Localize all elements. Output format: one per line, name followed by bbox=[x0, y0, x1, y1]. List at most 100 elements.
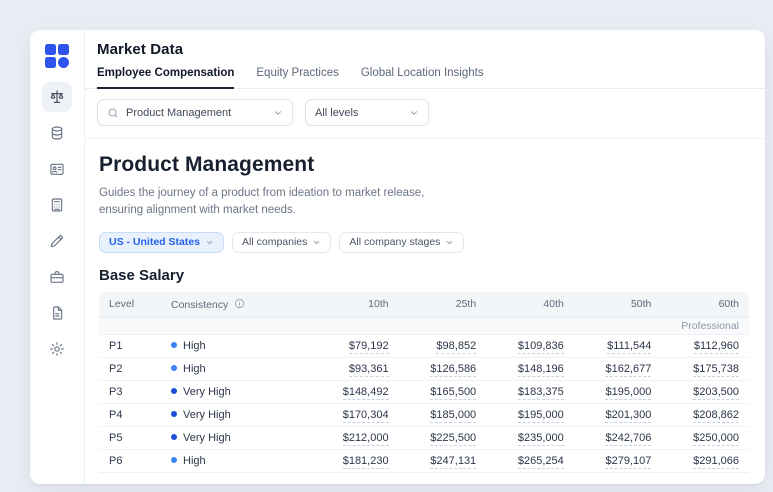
filter-chip-country[interactable]: US - United States bbox=[99, 231, 225, 253]
coins-icon bbox=[51, 126, 63, 140]
salary-value[interactable]: $195,000 bbox=[517, 408, 564, 423]
salary-value[interactable]: $181,230 bbox=[342, 454, 389, 469]
sidebar-item-calculator[interactable] bbox=[42, 190, 72, 220]
consistency-dot bbox=[171, 364, 177, 371]
salary-value[interactable]: $208,862 bbox=[693, 408, 739, 423]
salary-value[interactable]: $93,361 bbox=[348, 362, 389, 377]
salary-value[interactable]: $291,066 bbox=[693, 454, 739, 469]
chip-label: US - United States bbox=[109, 236, 201, 248]
tab-equity-practices[interactable]: Equity Practices bbox=[256, 67, 338, 88]
group-label: Professional bbox=[99, 317, 749, 335]
filter-bar: Product Management All levels bbox=[85, 89, 765, 139]
desktop-background: Market Data Employee Compensation Equity… bbox=[0, 0, 773, 492]
table-row: P1 High $79,192 $98,852 $109,836 $111,54… bbox=[99, 335, 749, 358]
sidebar-item-benchmarks[interactable] bbox=[42, 82, 72, 112]
sidebar-item-settings[interactable] bbox=[42, 334, 72, 364]
salary-value[interactable]: $250,000 bbox=[693, 431, 739, 446]
salary-value[interactable]: $212,000 bbox=[342, 431, 389, 446]
filter-chip-company-stages[interactable]: All company stages bbox=[339, 231, 465, 253]
salary-value[interactable]: $165,500 bbox=[430, 385, 477, 400]
content-area: Product Management Guides the journey of… bbox=[85, 139, 765, 484]
sidebar-item-briefcase[interactable] bbox=[42, 262, 72, 292]
chevron-down-icon bbox=[275, 110, 281, 115]
table-row: P3 Very High $148,492 $165,500 $183,375 … bbox=[99, 381, 749, 404]
salary-value[interactable]: $175,738 bbox=[693, 362, 739, 377]
info-icon[interactable] bbox=[234, 298, 245, 309]
filter-chip-companies[interactable]: All companies bbox=[232, 231, 332, 253]
consistency-dot bbox=[171, 341, 177, 348]
tab-global-location-insights[interactable]: Global Location Insights bbox=[361, 67, 484, 88]
salary-value[interactable]: $148,492 bbox=[342, 385, 389, 400]
app-logo[interactable] bbox=[44, 43, 70, 69]
salary-value[interactable]: $235,000 bbox=[517, 431, 564, 446]
salary-value[interactable]: $170,304 bbox=[342, 408, 389, 423]
main-panel: Market Data Employee Compensation Equity… bbox=[85, 30, 765, 484]
group-row: Professional bbox=[99, 317, 749, 335]
chevron-down-icon bbox=[411, 110, 417, 115]
role-description: Guides the journey of a product from ide… bbox=[99, 187, 425, 217]
consistency-label: High bbox=[183, 454, 206, 467]
document-icon bbox=[53, 306, 63, 320]
page-title: Market Data bbox=[97, 41, 184, 58]
section-title: Base Salary bbox=[99, 266, 185, 284]
sidebar-item-documents[interactable] bbox=[42, 298, 72, 328]
level-select-value: All levels bbox=[315, 106, 359, 119]
col-60th: 60th bbox=[661, 291, 749, 318]
salary-value[interactable]: $195,000 bbox=[605, 385, 652, 400]
salary-value[interactable]: $185,000 bbox=[430, 408, 477, 423]
table-row: P6 High $181,230 $247,131 $265,254 $279,… bbox=[99, 450, 749, 473]
scale-icon bbox=[50, 90, 64, 103]
consistency-label: High bbox=[183, 362, 206, 375]
level-select[interactable]: All levels bbox=[305, 99, 429, 126]
sidebar-item-compensation[interactable] bbox=[42, 118, 72, 148]
salary-value[interactable]: $109,836 bbox=[517, 339, 564, 354]
salary-value[interactable]: $279,107 bbox=[605, 454, 652, 469]
tab-employee-compensation[interactable]: Employee Compensation bbox=[97, 67, 235, 89]
col-consistency: Consistency bbox=[161, 291, 311, 318]
chevron-down-icon bbox=[447, 240, 453, 244]
table-header-row: Level Consistency 10th 25th 40th 50th 60… bbox=[99, 291, 749, 318]
salary-value[interactable]: $201,300 bbox=[605, 408, 652, 423]
col-50th: 50th bbox=[573, 291, 662, 318]
sidebar-item-id-card[interactable] bbox=[42, 154, 72, 184]
salary-value[interactable]: $111,544 bbox=[607, 339, 652, 354]
salary-value[interactable]: $265,254 bbox=[517, 454, 564, 469]
salary-value[interactable]: $183,375 bbox=[517, 385, 564, 400]
salary-value[interactable]: $98,852 bbox=[436, 339, 477, 354]
chip-filters: US - United States All companies All com… bbox=[99, 231, 749, 253]
salary-value[interactable]: $79,192 bbox=[348, 339, 389, 354]
consistency-dot bbox=[171, 410, 177, 417]
calculator-icon bbox=[51, 198, 63, 212]
salary-value[interactable]: $148,196 bbox=[517, 362, 564, 377]
consistency-dot bbox=[171, 387, 177, 394]
header: Market Data bbox=[85, 30, 765, 58]
tab-bar: Employee Compensation Equity Practices G… bbox=[85, 67, 765, 89]
salary-value[interactable]: $225,500 bbox=[430, 431, 477, 446]
salary-value[interactable]: $162,677 bbox=[605, 362, 652, 377]
col-level: Level bbox=[99, 291, 161, 318]
sidebar-nav bbox=[42, 82, 72, 364]
consistency-label: Very High bbox=[183, 408, 231, 421]
chip-label: All companies bbox=[242, 236, 308, 248]
sidebar-item-edit[interactable] bbox=[42, 226, 72, 256]
consistency-dot bbox=[171, 433, 177, 440]
role-select[interactable]: Product Management bbox=[97, 99, 293, 126]
gear-icon bbox=[50, 342, 64, 356]
consistency-label: Very High bbox=[183, 385, 231, 398]
col-25th: 25th bbox=[398, 291, 487, 318]
col-40th: 40th bbox=[486, 291, 574, 318]
salary-value[interactable]: $126,586 bbox=[430, 362, 477, 377]
chevron-down-icon bbox=[314, 240, 320, 244]
app-window: Market Data Employee Compensation Equity… bbox=[30, 30, 765, 484]
briefcase-icon bbox=[50, 271, 64, 283]
role-select-value: Product Management bbox=[126, 106, 232, 119]
salary-value[interactable]: $242,706 bbox=[605, 431, 652, 446]
col-10th: 10th bbox=[311, 291, 399, 318]
id-card-icon bbox=[50, 163, 64, 175]
salary-value[interactable]: $203,500 bbox=[693, 385, 739, 400]
salary-value[interactable]: $247,131 bbox=[430, 454, 477, 469]
logo-grid-icon bbox=[45, 44, 69, 68]
sidebar bbox=[30, 30, 85, 484]
pencil-icon bbox=[50, 234, 64, 248]
salary-value[interactable]: $112,960 bbox=[693, 339, 739, 354]
